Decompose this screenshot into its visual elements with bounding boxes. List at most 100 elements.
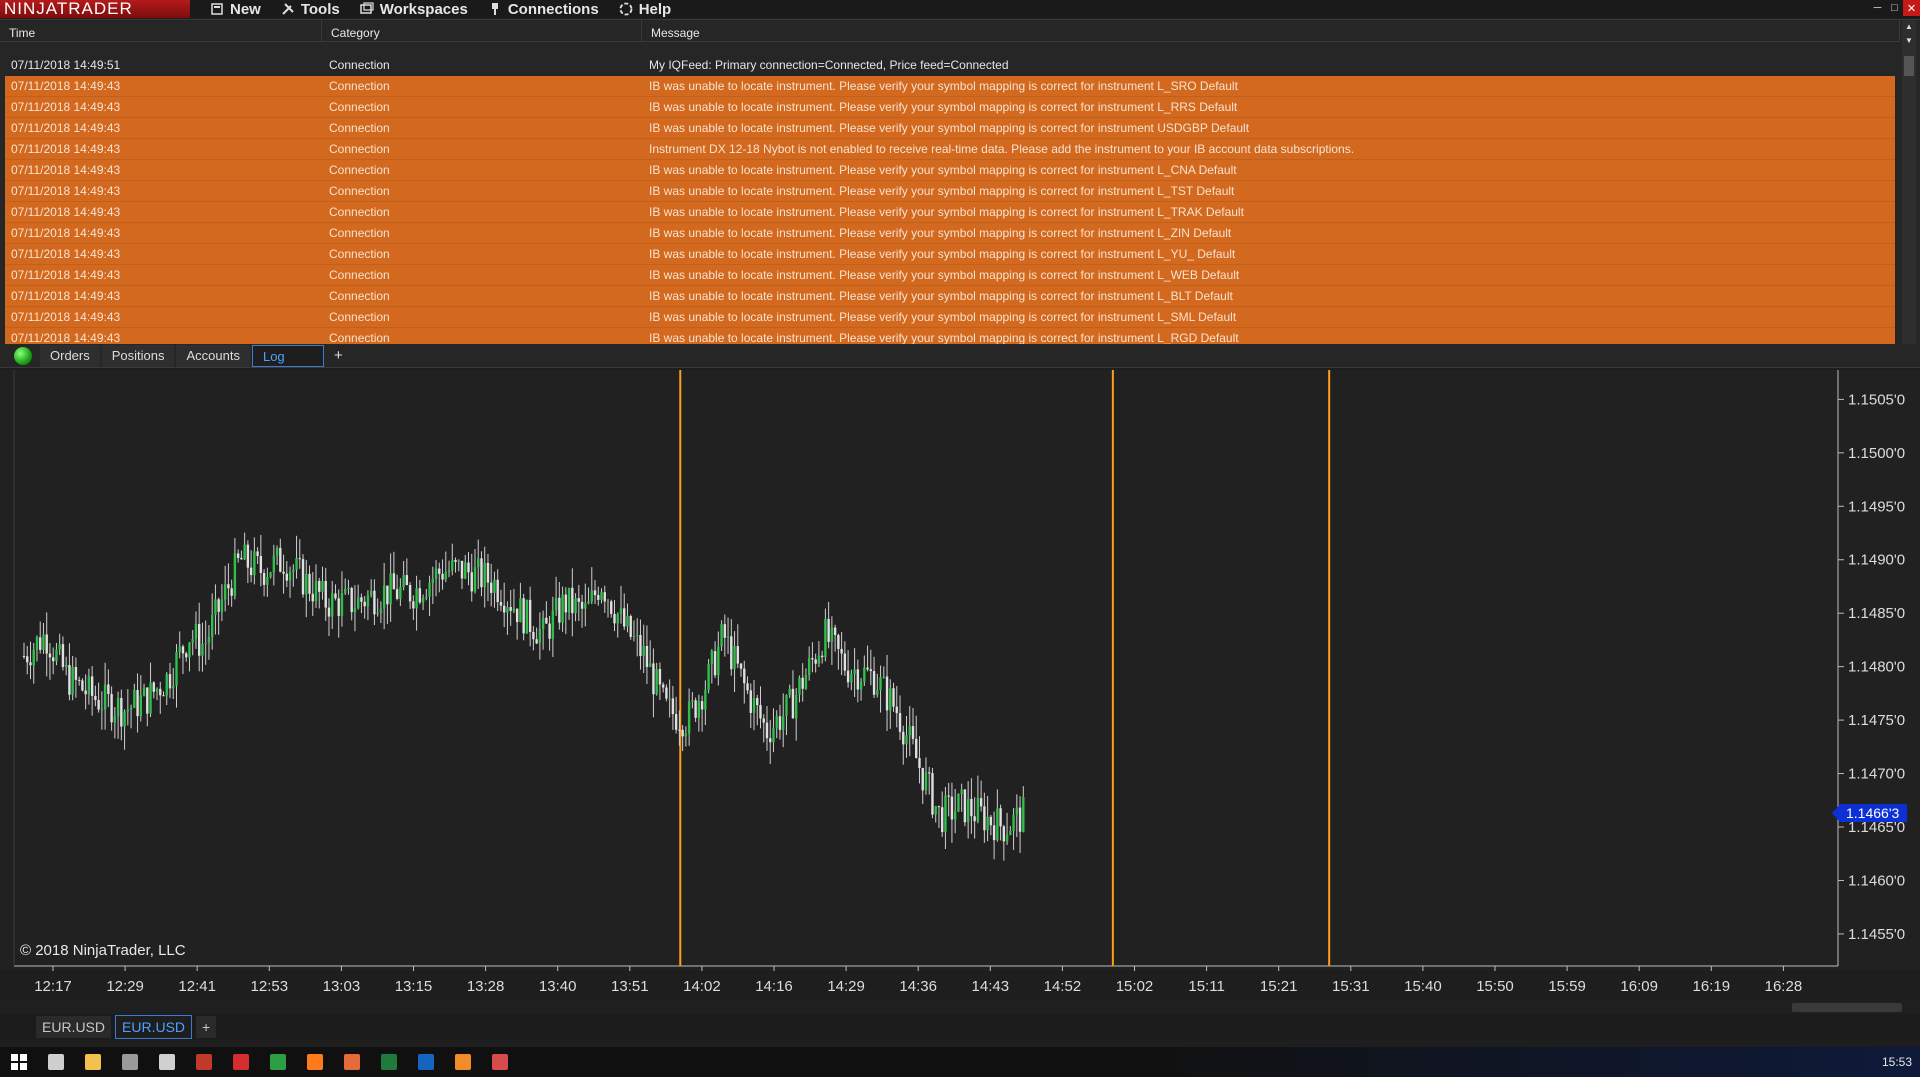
candle-down [885, 676, 889, 711]
log-cell-message: IB was unable to locate instrument. Plea… [649, 268, 1240, 282]
sierra-chart-icon[interactable] [259, 1047, 296, 1077]
candle-down [736, 646, 739, 664]
tab-orders[interactable]: Orders [40, 344, 100, 367]
candle-down [496, 579, 499, 603]
candle-up [210, 614, 214, 637]
candle-down [373, 590, 376, 615]
file-explorer-icon[interactable] [74, 1047, 111, 1077]
minimize-button[interactable]: ─ [1869, 0, 1886, 16]
candle-down [77, 679, 81, 681]
candle-down [1018, 807, 1022, 832]
calculator-icon[interactable] [148, 1047, 185, 1077]
tab-log[interactable]: Log [251, 344, 324, 367]
log-row[interactable]: 07/11/2018 14:49:43 Connection IB was unab… [5, 160, 1895, 181]
acrobat-icon[interactable] [222, 1047, 259, 1077]
candle-down [395, 589, 399, 599]
column-header-message[interactable]: Message [642, 20, 1900, 42]
candle-up [201, 643, 204, 656]
menu-new[interactable]: New [210, 1, 261, 18]
candle-down [548, 623, 551, 639]
log-scrollbar[interactable]: ▲ ▼ [1902, 20, 1916, 345]
chart-scroll-thumb[interactable] [1792, 1003, 1902, 1012]
candle-up [220, 599, 224, 612]
log-row[interactable]: 07/11/2018 14:49:43 Connection IB was unab… [5, 265, 1895, 286]
log-row[interactable]: 07/11/2018 14:49:43 Connection IB was unab… [5, 118, 1895, 139]
log-scroll-thumb[interactable] [1904, 56, 1914, 76]
candle-down [746, 683, 749, 691]
log-row[interactable]: 07/11/2018 14:49:43 Connection IB was unab… [5, 97, 1895, 118]
chart-canvas[interactable]: 1.1505'0 1.1500'0 1.1495'0 1.1490'0 1.1485'0… [0, 370, 1920, 1000]
scroll-down-icon[interactable]: ▼ [1902, 36, 1916, 48]
log-row[interactable]: 07/11/2018 14:49:51 Connection My IQFeed: … [5, 55, 1895, 76]
candle-up [684, 733, 688, 737]
log-row[interactable]: 07/11/2018 14:49:43 Connection Instrument … [5, 139, 1895, 160]
chart-copyright: © 2018 NinjaTrader, LLC [20, 942, 186, 959]
candle-down [84, 690, 87, 695]
firefox-icon[interactable] [296, 1047, 333, 1077]
log-row[interactable]: 07/11/2018 14:49:43 Connection IB was unab… [5, 286, 1895, 307]
add-chart-tab-button[interactable]: + [196, 1016, 217, 1038]
log-cell-message: IB was unable to locate instrument. Plea… [649, 205, 1244, 219]
menu-help[interactable]: Help [619, 1, 671, 18]
chart-tab-2[interactable]: EUR.USD [115, 1015, 193, 1039]
task-view-icon[interactable] [37, 1047, 74, 1077]
log-cell-category: Connection [329, 289, 390, 303]
candle-up [879, 677, 882, 691]
price-chart[interactable]: 1.1505'0 1.1500'0 1.1495'0 1.1490'0 1.1485'0… [0, 370, 1920, 995]
log-row[interactable]: 07/11/2018 14:49:43 Connection IB was unab… [5, 202, 1895, 223]
column-header-category[interactable]: Category [322, 20, 642, 42]
candle-up [574, 598, 577, 614]
candle-up [720, 624, 723, 647]
candle-down [363, 601, 366, 607]
log-row[interactable]: 07/11/2018 14:49:43 Connection IB was unab… [5, 223, 1895, 244]
log-row[interactable]: 07/11/2018 14:49:43 Connection IB was unab… [5, 328, 1895, 344]
minimize-icon: ─ [1873, 2, 1882, 14]
add-tab-button[interactable]: + [326, 347, 351, 364]
candle-up [292, 569, 295, 572]
menu-tools[interactable]: Tools [281, 1, 340, 18]
candle-down [639, 635, 642, 657]
candle-down [136, 689, 139, 717]
ninjatrader-icon[interactable] [185, 1047, 222, 1077]
candle-down [743, 668, 746, 684]
log-cell-message: IB was unable to locate instrument. Plea… [649, 226, 1232, 240]
menu-workspaces[interactable]: Workspaces [359, 1, 468, 18]
candle-down [298, 558, 301, 560]
last-price-marker: 1.1466'3 [1832, 804, 1908, 823]
log-row[interactable]: 07/11/2018 14:49:43 Connection IB was unab… [5, 307, 1895, 328]
chart-tab-1[interactable]: EUR.USD [36, 1016, 112, 1038]
windows-start-icon[interactable] [0, 1047, 37, 1077]
candle-down [827, 618, 830, 642]
app-icon[interactable] [333, 1047, 370, 1077]
column-header-time[interactable]: Time [0, 20, 322, 42]
x-tick-label: 12:53 [251, 978, 289, 995]
candle-down [963, 789, 967, 823]
candle-up [733, 646, 736, 670]
tab-accounts[interactable]: Accounts [176, 344, 250, 367]
candle-up [953, 811, 957, 820]
log-row[interactable]: 07/11/2018 14:49:43 Connection IB was unab… [5, 244, 1895, 265]
chart-horizontal-scrollbar[interactable] [0, 1000, 1920, 1014]
candle-up [794, 694, 798, 719]
candle-up [87, 676, 91, 695]
scroll-up-icon[interactable]: ▲ [1902, 22, 1916, 34]
terminal-icon[interactable] [111, 1047, 148, 1077]
taskbar-clock[interactable]: 15:53 [1882, 1055, 1912, 1069]
candle-up [347, 587, 350, 589]
app-3-icon[interactable] [481, 1047, 518, 1077]
candle-down [90, 676, 94, 696]
menu-connections[interactable]: Connections [488, 1, 599, 18]
candle-up [288, 571, 292, 581]
app-2-icon[interactable] [444, 1047, 481, 1077]
log-cell-category: Connection [329, 163, 390, 177]
log-row[interactable]: 07/11/2018 14:49:43 Connection IB was unab… [5, 76, 1895, 97]
log-row[interactable]: 07/11/2018 14:49:43 Connection IB was unab… [5, 181, 1895, 202]
maximize-button[interactable]: □ [1886, 0, 1903, 16]
candle-down [811, 658, 814, 660]
excel-icon[interactable] [370, 1047, 407, 1077]
outlook-icon[interactable] [407, 1047, 444, 1077]
candle-down [866, 667, 869, 670]
candle-down [892, 688, 895, 707]
tab-positions[interactable]: Positions [101, 344, 175, 367]
close-button[interactable]: ✕ [1903, 0, 1920, 16]
